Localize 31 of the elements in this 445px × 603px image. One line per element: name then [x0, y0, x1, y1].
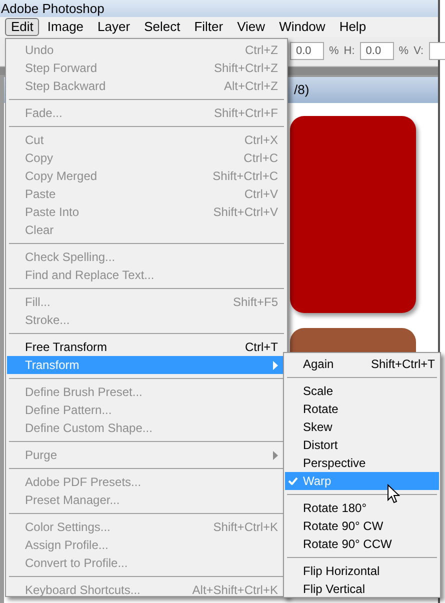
field-label: % [329, 44, 339, 60]
menu-item[interactable]: Scale [285, 382, 439, 400]
menu-item[interactable]: Free Transform Ctrl+T [7, 338, 286, 356]
input-field[interactable]: 0.0 [360, 42, 394, 60]
menu-item[interactable]: Rotate 90° CW [285, 517, 439, 535]
menu-item[interactable]: Edit [5, 18, 40, 36]
menu-item[interactable]: Transform [7, 356, 286, 374]
menu-item[interactable]: Layer [92, 18, 136, 36]
field-label: H: [344, 44, 355, 60]
menu-item[interactable]: Skew [285, 418, 439, 436]
input-field[interactable]: 0.0 [290, 42, 324, 60]
menu-item[interactable]: Perspective [285, 454, 439, 472]
menu-item[interactable]: Window [273, 18, 332, 36]
menu-item[interactable]: Image [41, 18, 90, 36]
menu-item[interactable]: Flip Vertical [285, 580, 439, 597]
menu-item[interactable]: Again Shift+Ctrl+T [285, 355, 439, 373]
document-title: /8) [294, 81, 310, 100]
menu-item[interactable]: Select [138, 18, 186, 36]
menu-item[interactable]: Warp [285, 472, 439, 490]
menu-item[interactable]: Distort [285, 436, 439, 454]
menu-item[interactable]: Flip Horizontal [285, 562, 439, 580]
window-title: Adobe Photoshop [1, 2, 104, 16]
menu-item[interactable]: View [231, 18, 272, 36]
field-label: V: [414, 44, 424, 60]
menu-item[interactable]: Filter [188, 18, 230, 36]
menu-item[interactable]: Rotate 90° CCW [285, 535, 439, 553]
menu-item[interactable]: Rotate 180° [285, 499, 439, 517]
menu-item[interactable]: Help [333, 18, 372, 36]
menu-item[interactable]: Rotate [285, 400, 439, 418]
cursor-icon [387, 484, 400, 504]
field-label: % [398, 44, 409, 60]
